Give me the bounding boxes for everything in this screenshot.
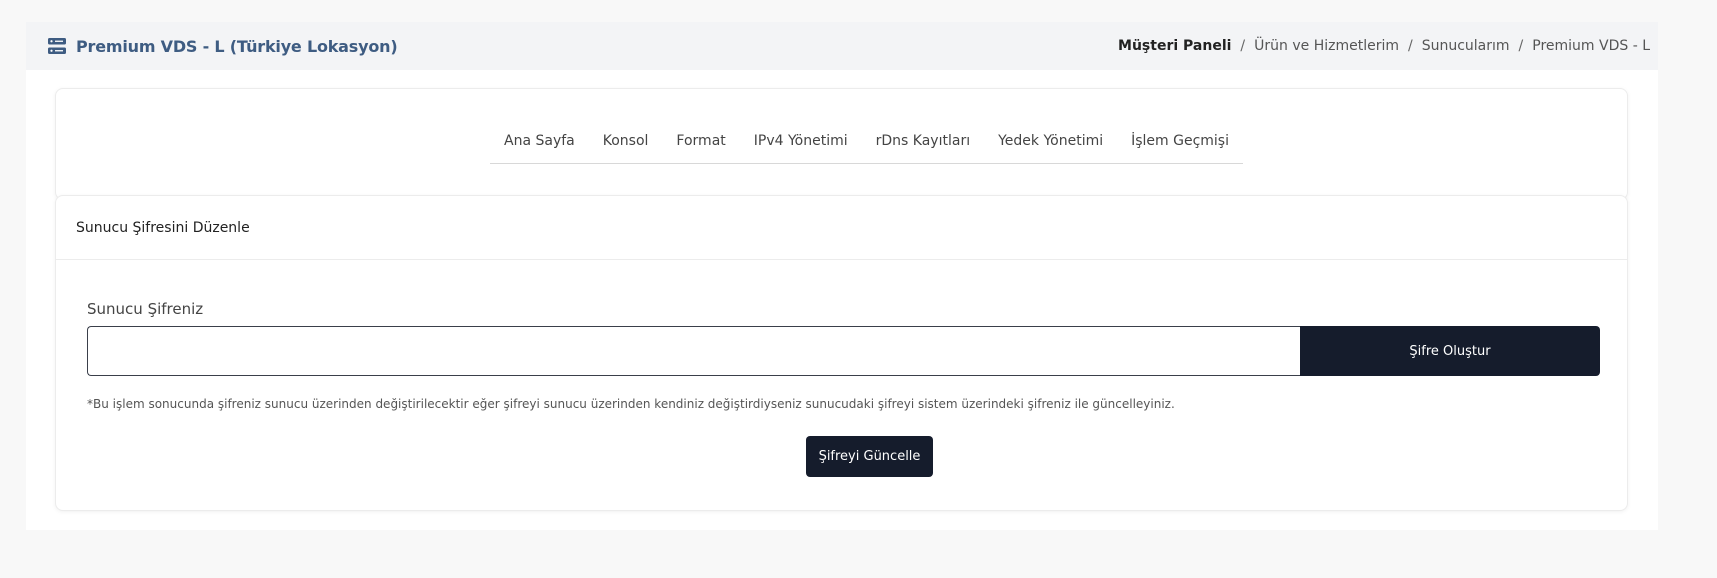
page-title: Premium VDS - L (Türkiye Lokasyon) (76, 36, 398, 56)
breadcrumb-separator: / (1518, 38, 1524, 54)
page-title-group: Premium VDS - L (Türkiye Lokasyon) (48, 22, 398, 70)
tab-backup-management[interactable]: Yedek Yönetimi (998, 133, 1103, 149)
breadcrumb-item-products[interactable]: Ürün ve Hizmetlerim (1254, 38, 1399, 54)
tab-console[interactable]: Konsol (603, 133, 649, 149)
password-note: *Bu işlem sonucunda şifreniz sunucu üzer… (87, 397, 1175, 411)
form-card-header: Sunucu Şifresini Düzenle (56, 196, 1627, 260)
form-title: Sunucu Şifresini Düzenle (76, 219, 250, 236)
page-container: Premium VDS - L (Türkiye Lokasyon) Müşte… (26, 22, 1658, 530)
tab-action-history[interactable]: İşlem Geçmişi (1131, 133, 1229, 149)
page-header: Premium VDS - L (Türkiye Lokasyon) Müşte… (26, 22, 1658, 70)
breadcrumb-separator: / (1407, 38, 1413, 54)
password-label: Sunucu Şifreniz (87, 300, 204, 318)
breadcrumb-item-current: Premium VDS - L (1532, 38, 1650, 54)
tab-home[interactable]: Ana Sayfa (504, 133, 575, 149)
tab-bar: Ana Sayfa Konsol Format IPv4 Yönetimi rD… (490, 119, 1243, 164)
breadcrumb: Müşteri Paneli / Ürün ve Hizmetlerim / S… (1118, 22, 1650, 70)
password-input[interactable] (87, 326, 1300, 376)
breadcrumb-separator: / (1240, 38, 1246, 54)
tab-format[interactable]: Format (676, 133, 725, 149)
tabs-card: Ana Sayfa Konsol Format IPv4 Yönetimi rD… (55, 88, 1628, 200)
breadcrumb-item-panel[interactable]: Müşteri Paneli (1118, 38, 1231, 54)
breadcrumb-item-servers[interactable]: Sunucularım (1422, 38, 1510, 54)
password-form-card: Sunucu Şifresini Düzenle Sunucu Şifreniz… (55, 195, 1628, 511)
update-password-button[interactable]: Şifreyi Güncelle (806, 436, 933, 477)
tab-rdns-records[interactable]: rDns Kayıtları (876, 133, 970, 149)
password-input-group: Şifre Oluştur (87, 326, 1600, 376)
server-icon (48, 38, 66, 54)
generate-password-button[interactable]: Şifre Oluştur (1300, 326, 1600, 376)
tab-ipv4-management[interactable]: IPv4 Yönetimi (754, 133, 848, 149)
